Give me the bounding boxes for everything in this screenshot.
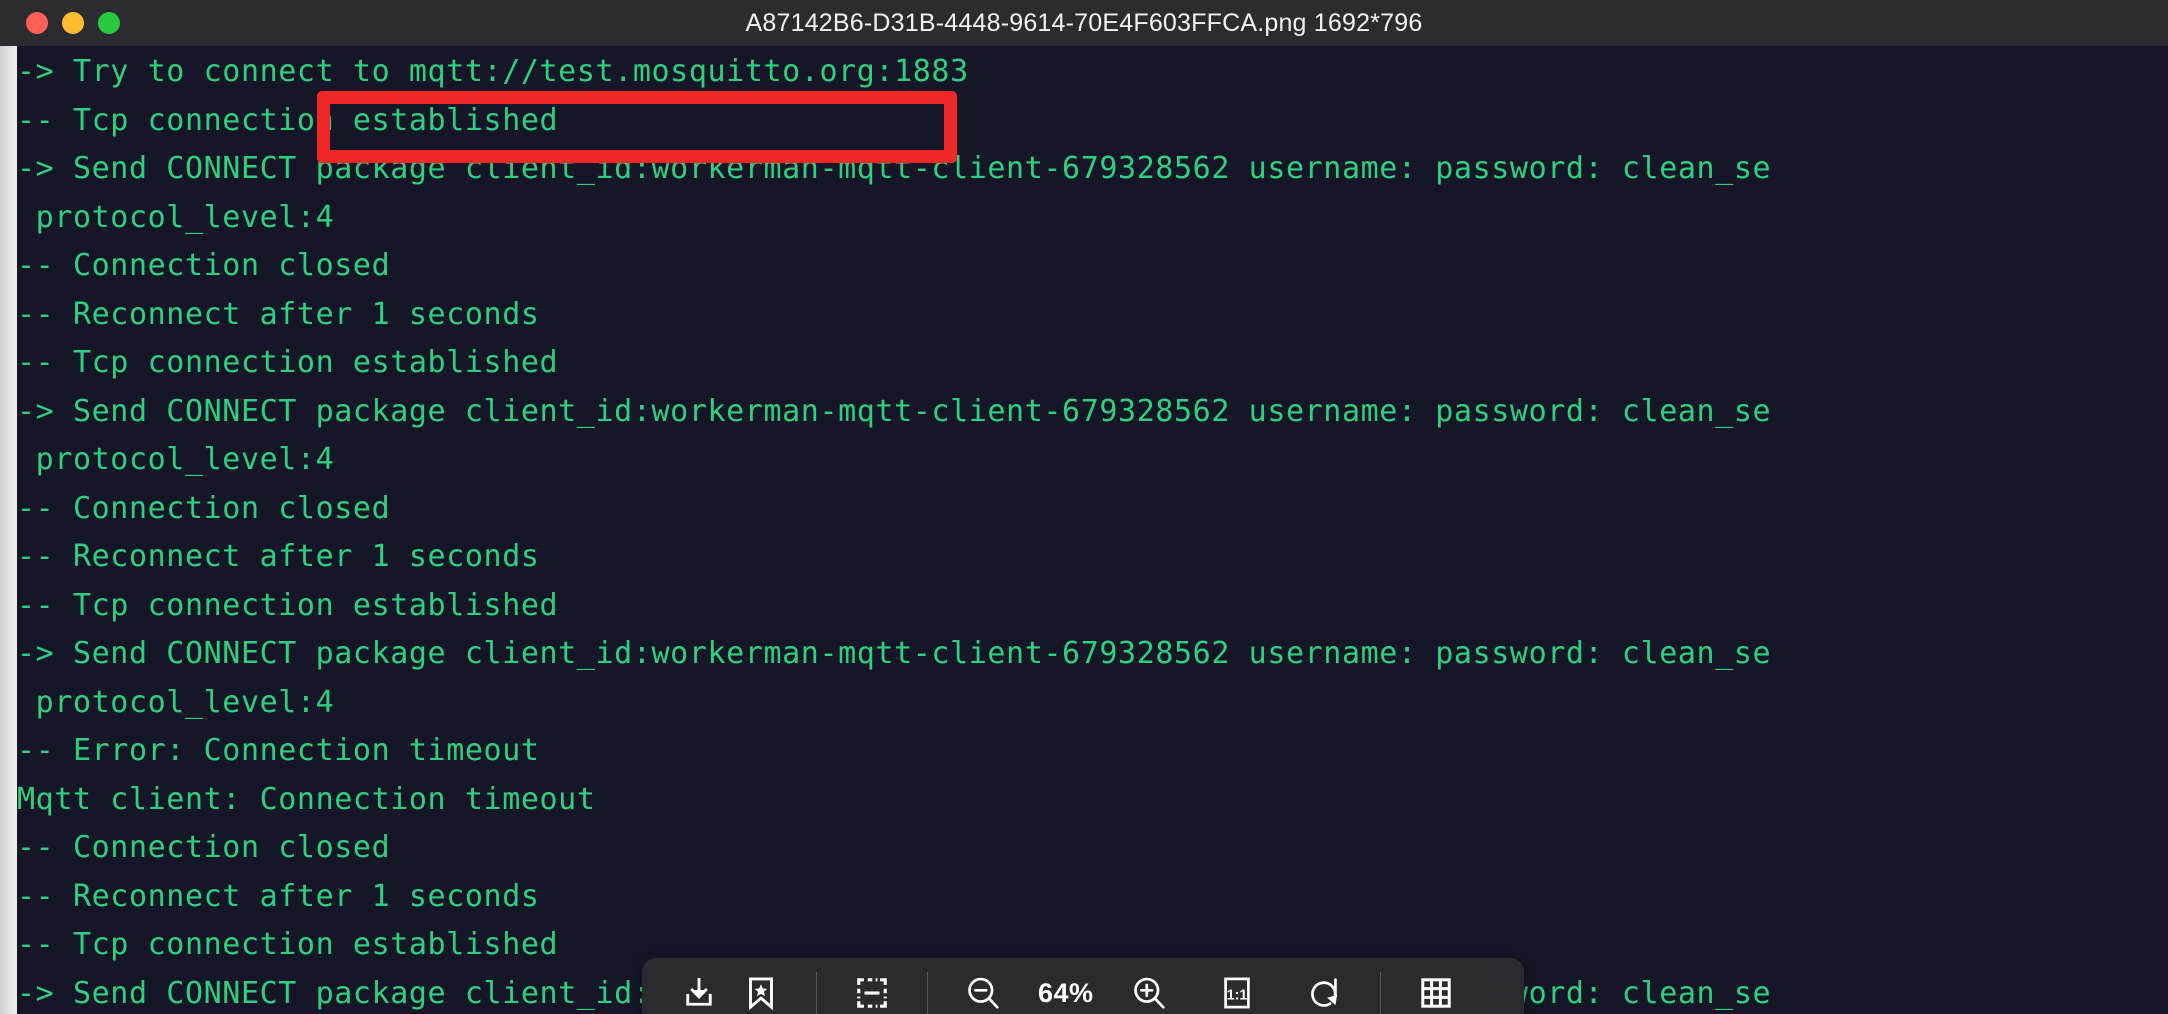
terminal-line: -- Tcp connection established (17, 587, 559, 623)
terminal-line: -- Tcp connection established (17, 345, 559, 380)
terminal-line: -> Send CONNECT package client_id:worker… (17, 151, 1772, 186)
terminal-line: -- Reconnect after 1 seconds (17, 878, 540, 914)
terminal-line: protocol_level:4 (17, 199, 335, 235)
minimize-button[interactable] (62, 12, 84, 34)
toolbar-divider (1379, 972, 1381, 1014)
download-icon[interactable] (668, 965, 730, 1014)
title-bar: A87142B6-D31B-4448-9614-70E4F603FFCA.png… (0, 0, 2168, 46)
terminal-line: -- Connection closed (17, 830, 391, 865)
bookmark-star-icon[interactable] (730, 965, 792, 1014)
toolbar-divider (927, 972, 928, 1014)
terminal-line: -> Send CONNECT package client_id:worker… (17, 636, 1772, 671)
terminal-line: Mqtt client: Connection timeout (17, 781, 596, 817)
svg-text:1:1: 1:1 (1226, 987, 1247, 1003)
terminal-line: -> Send CONNECT package client_id:worker… (17, 393, 1772, 429)
terminal-line: -> Try to connect to mqtt://test.mosquit… (17, 54, 969, 89)
terminal-output: -> Try to connect to mqtt://test.mosquit… (17, 48, 2168, 1014)
grid-icon[interactable] (1405, 965, 1467, 1014)
image-toolbar: 64% 1:1 (642, 958, 1524, 1014)
actual-size-icon[interactable]: 1:1 (1206, 965, 1268, 1014)
terminal-line: -- Connection closed (17, 248, 391, 283)
zoom-out-icon[interactable] (952, 965, 1014, 1014)
window-title: A87142B6-D31B-4448-9614-70E4F603FFCA.png… (745, 8, 1423, 37)
image-preview-window: A87142B6-D31B-4448-9614-70E4F603FFCA.png… (0, 0, 2168, 1014)
rotate-icon[interactable] (1294, 965, 1356, 1014)
close-button[interactable] (26, 12, 48, 34)
toolbar-divider (816, 972, 817, 1014)
zoom-level-label: 64% (1038, 977, 1094, 1008)
window-controls (26, 0, 120, 46)
terminal-line: -- Error: Connection timeout (17, 733, 540, 768)
image-viewport[interactable]: -> Try to connect to mqtt://test.mosquit… (17, 46, 2168, 1014)
terminal-line: protocol_level:4 (17, 684, 335, 720)
zoom-in-icon[interactable] (1118, 965, 1180, 1014)
terminal-line: -- Connection closed (17, 490, 391, 526)
page-background-gutter (0, 46, 17, 1014)
terminal-line: -- Reconnect after 1 seconds (17, 539, 540, 574)
maximize-button[interactable] (98, 12, 120, 34)
terminal-line: -- Reconnect after 1 seconds (17, 296, 540, 332)
terminal-line: -- Tcp connection established (17, 102, 559, 138)
terminal-line: protocol_level:4 (17, 442, 335, 477)
crop-selection-icon[interactable] (841, 965, 903, 1014)
